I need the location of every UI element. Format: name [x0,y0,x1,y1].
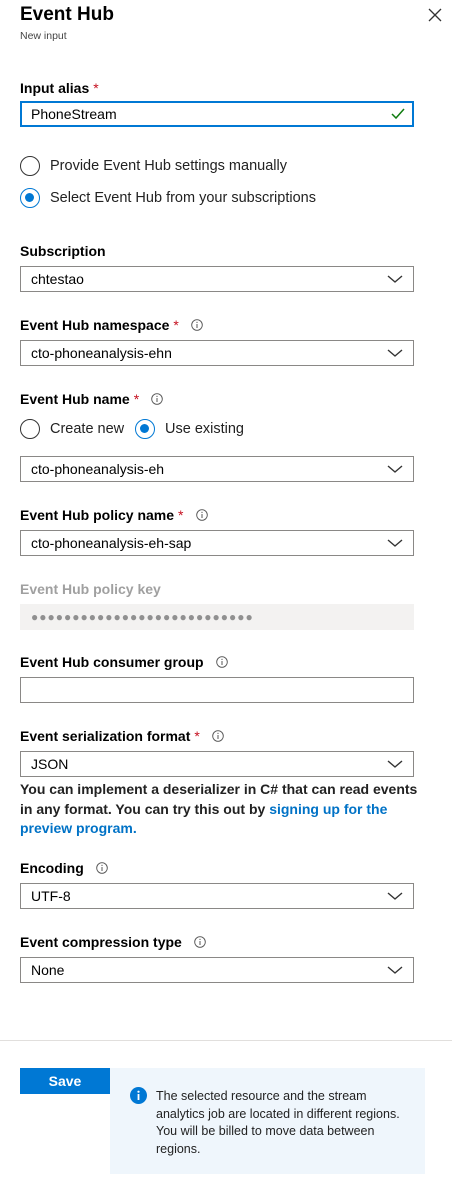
radio-provide-manually[interactable]: Provide Event Hub settings manually [20,156,287,176]
chevron-down-icon [387,275,403,283]
chevron-down-icon [387,760,403,768]
required-marker: * [194,728,200,744]
radio-circle [20,156,40,176]
input-alias-label: Input alias * [20,80,99,96]
serialization-select[interactable]: JSON [20,751,414,777]
chevron-down-icon [387,349,403,357]
info-icon[interactable] [96,862,108,874]
required-marker: * [93,80,99,96]
compression-label: Event compression type [20,934,206,950]
info-icon[interactable] [215,656,228,668]
chevron-down-icon [387,892,403,900]
policy-key-field: ●●●●●●●●●●●●●●●●●●●●●●●●●●● [20,604,414,630]
namespace-label: Event Hub namespace * [20,317,203,333]
radio-create-new[interactable]: Create new [20,419,124,439]
consumer-group-label: Event Hub consumer group [20,654,228,670]
policy-key-label: Event Hub policy key [20,581,161,597]
radio-circle-checked [135,419,155,439]
input-alias-value: PhoneStream [31,106,117,122]
serialization-note: You can implement a deserializer in C# t… [20,781,418,836]
consumer-group-input[interactable] [20,677,414,703]
footer-divider [0,1040,452,1041]
encoding-select[interactable]: UTF-8 [20,883,414,909]
input-alias-field[interactable]: PhoneStream [20,101,414,127]
hub-name-label: Event Hub name * [20,391,163,407]
checkmark-icon [391,108,405,120]
namespace-select[interactable]: cto-phoneanalysis-ehn [20,340,414,366]
save-button[interactable]: Save [20,1068,110,1094]
subscription-select[interactable]: chtestao [20,266,414,292]
serialization-label: Event serialization format * [20,728,224,744]
info-icon[interactable] [195,509,208,521]
policy-name-select[interactable]: cto-phoneanalysis-eh-sap [20,530,414,556]
required-marker: * [178,507,184,523]
close-icon [428,8,442,22]
info-icon[interactable] [194,936,206,948]
info-icon[interactable] [191,319,203,331]
radio-use-existing[interactable]: Use existing [135,419,244,439]
blade-subtitle: New input [20,30,67,42]
policy-name-label: Event Hub policy name * [20,507,208,523]
info-message: The selected resource and the stream ana… [156,1089,400,1156]
required-marker: * [173,317,179,333]
compression-select[interactable]: None [20,957,414,983]
encoding-label: Encoding [20,860,108,876]
blade-title: Event Hub [20,4,114,25]
info-icon[interactable] [151,393,163,405]
info-icon[interactable] [212,730,224,742]
chevron-down-icon [387,539,403,547]
radio-select-from-subscriptions[interactable]: Select Event Hub from your subscriptions [20,188,316,208]
radio-circle-checked [20,188,40,208]
subscription-label: Subscription [20,243,106,259]
close-button[interactable] [426,6,444,24]
region-info-banner: The selected resource and the stream ana… [110,1068,425,1174]
required-marker: * [133,391,140,407]
chevron-down-icon [387,465,403,473]
chevron-down-icon [387,966,403,974]
hub-name-select[interactable]: cto-phoneanalysis-eh [20,456,414,482]
info-icon [130,1087,147,1104]
radio-circle [20,419,40,439]
